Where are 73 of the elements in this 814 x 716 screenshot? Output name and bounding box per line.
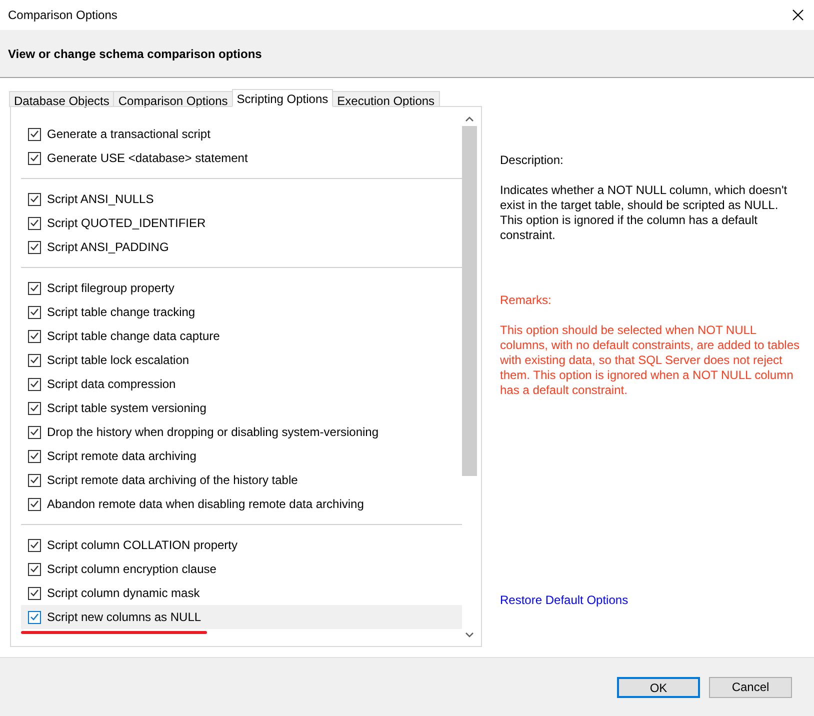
option-label: Script new columns as NULL xyxy=(47,609,202,626)
checkbox[interactable] xyxy=(28,128,41,140)
option-row[interactable]: Abandon remote data when disabling remote data archiving xyxy=(21,492,462,516)
option-label: Script column COLLATION property xyxy=(47,537,238,554)
option-label: Generate a transactional script xyxy=(47,126,210,143)
option-row[interactable]: Script table lock escalation xyxy=(21,348,462,372)
scroll-up-icon[interactable] xyxy=(465,116,474,122)
option-row[interactable]: Script ANSI_NULLS xyxy=(21,187,462,211)
checkbox[interactable] xyxy=(28,450,41,462)
option-row[interactable]: Script table change tracking xyxy=(21,300,462,324)
checkbox[interactable] xyxy=(28,354,41,366)
option-row[interactable]: Script data compression xyxy=(21,372,462,396)
checkbox[interactable] xyxy=(28,152,41,164)
checkbox[interactable] xyxy=(28,538,41,552)
option-row[interactable]: Script column encryption clause xyxy=(21,557,462,581)
option-label: Abandon remote data when disabling remote data archiving xyxy=(47,496,364,513)
checkbox[interactable] xyxy=(28,426,41,438)
scrollbar-thumb[interactable] xyxy=(462,126,477,476)
option-row[interactable]: Script column COLLATION property xyxy=(21,533,462,557)
option-row[interactable]: Script filegroup property xyxy=(21,276,462,300)
option-label: Script ANSI_PADDING xyxy=(47,239,169,256)
option-row[interactable]: Script table system versioning xyxy=(21,396,462,420)
option-label: Script remote data archiving of the history table xyxy=(47,472,298,489)
option-label: Script table lock escalation xyxy=(47,352,190,369)
option-row[interactable]: Script table change data capture xyxy=(21,324,462,348)
remarks-text: This option should be selected when NOT NULL columns, with no default constraints, are added to tables with existing data, so that SQL Server does not reject them. This option is ignored when a NOT NULL column has a default constraint. xyxy=(500,323,800,398)
option-label: Script data compression xyxy=(47,376,176,393)
option-row[interactable]: Script remote data archiving xyxy=(21,444,462,468)
checkbox[interactable] xyxy=(28,240,41,254)
checkbox[interactable] xyxy=(28,474,41,486)
checkbox[interactable] xyxy=(28,282,41,294)
option-label: Script filegroup property xyxy=(47,280,174,297)
option-label: Script table change tracking xyxy=(47,304,196,321)
tab[interactable]: Scripting Options xyxy=(232,89,334,107)
checkbox[interactable] xyxy=(28,498,41,510)
tab[interactable]: Database Objects xyxy=(9,91,114,107)
option-label: Script column encryption clause xyxy=(47,561,216,578)
tab[interactable]: Execution Options xyxy=(332,91,440,107)
checkbox[interactable] xyxy=(28,378,41,390)
remarks-heading: Remarks: xyxy=(500,292,552,309)
window-title: Comparison Options xyxy=(8,7,118,24)
dialog-button[interactable]: Cancel xyxy=(709,676,792,698)
option-label: Script table change data capture xyxy=(47,328,220,345)
checkbox[interactable] xyxy=(28,306,41,318)
option-row[interactable]: Script remote data archiving of the history table xyxy=(21,468,462,492)
checkbox[interactable] xyxy=(28,586,41,600)
option-label: Drop the history when dropping or disabling system-versioning xyxy=(47,424,378,441)
description-heading: Description: xyxy=(500,152,564,169)
option-label: Script column dynamic mask xyxy=(47,585,200,602)
option-row[interactable]: Script ANSI_PADDING xyxy=(21,235,462,259)
checkbox[interactable] xyxy=(28,330,41,342)
option-label: Generate USE <database> statement xyxy=(47,150,248,167)
option-label: Script QUOTED_IDENTIFIER xyxy=(47,215,206,232)
option-row[interactable]: Generate USE <database> statement xyxy=(21,146,462,170)
option-label: Script table system versioning xyxy=(47,400,206,417)
option-row[interactable]: Generate a transactional script xyxy=(21,122,462,146)
option-label: Script ANSI_NULLS xyxy=(47,191,154,208)
description-text: Indicates whether a NOT NULL column, which doesn't exist in the target table, should be scripted as NULL. This option is ignored if the column has a default constraint. xyxy=(500,183,788,243)
dialog-button[interactable]: OK xyxy=(617,676,700,698)
checkbox[interactable] xyxy=(28,402,41,414)
option-row[interactable]: Drop the history when dropping or disabling system-versioning xyxy=(21,420,462,444)
restore-defaults-link[interactable]: Restore Default Options xyxy=(500,591,800,609)
checkbox[interactable] xyxy=(28,192,41,206)
checkbox[interactable] xyxy=(28,562,41,576)
header-text: View or change schema comparison options xyxy=(8,46,262,62)
option-row[interactable]: Script QUOTED_IDENTIFIER xyxy=(21,211,462,235)
close-icon[interactable] xyxy=(792,9,804,21)
checkbox[interactable] xyxy=(28,216,41,230)
checkbox[interactable] xyxy=(28,610,41,624)
option-row[interactable]: Script column dynamic mask xyxy=(21,581,462,605)
tab[interactable]: Comparison Options xyxy=(113,91,233,107)
scroll-down-icon[interactable] xyxy=(465,632,474,638)
option-label: Script remote data archiving xyxy=(47,448,196,465)
